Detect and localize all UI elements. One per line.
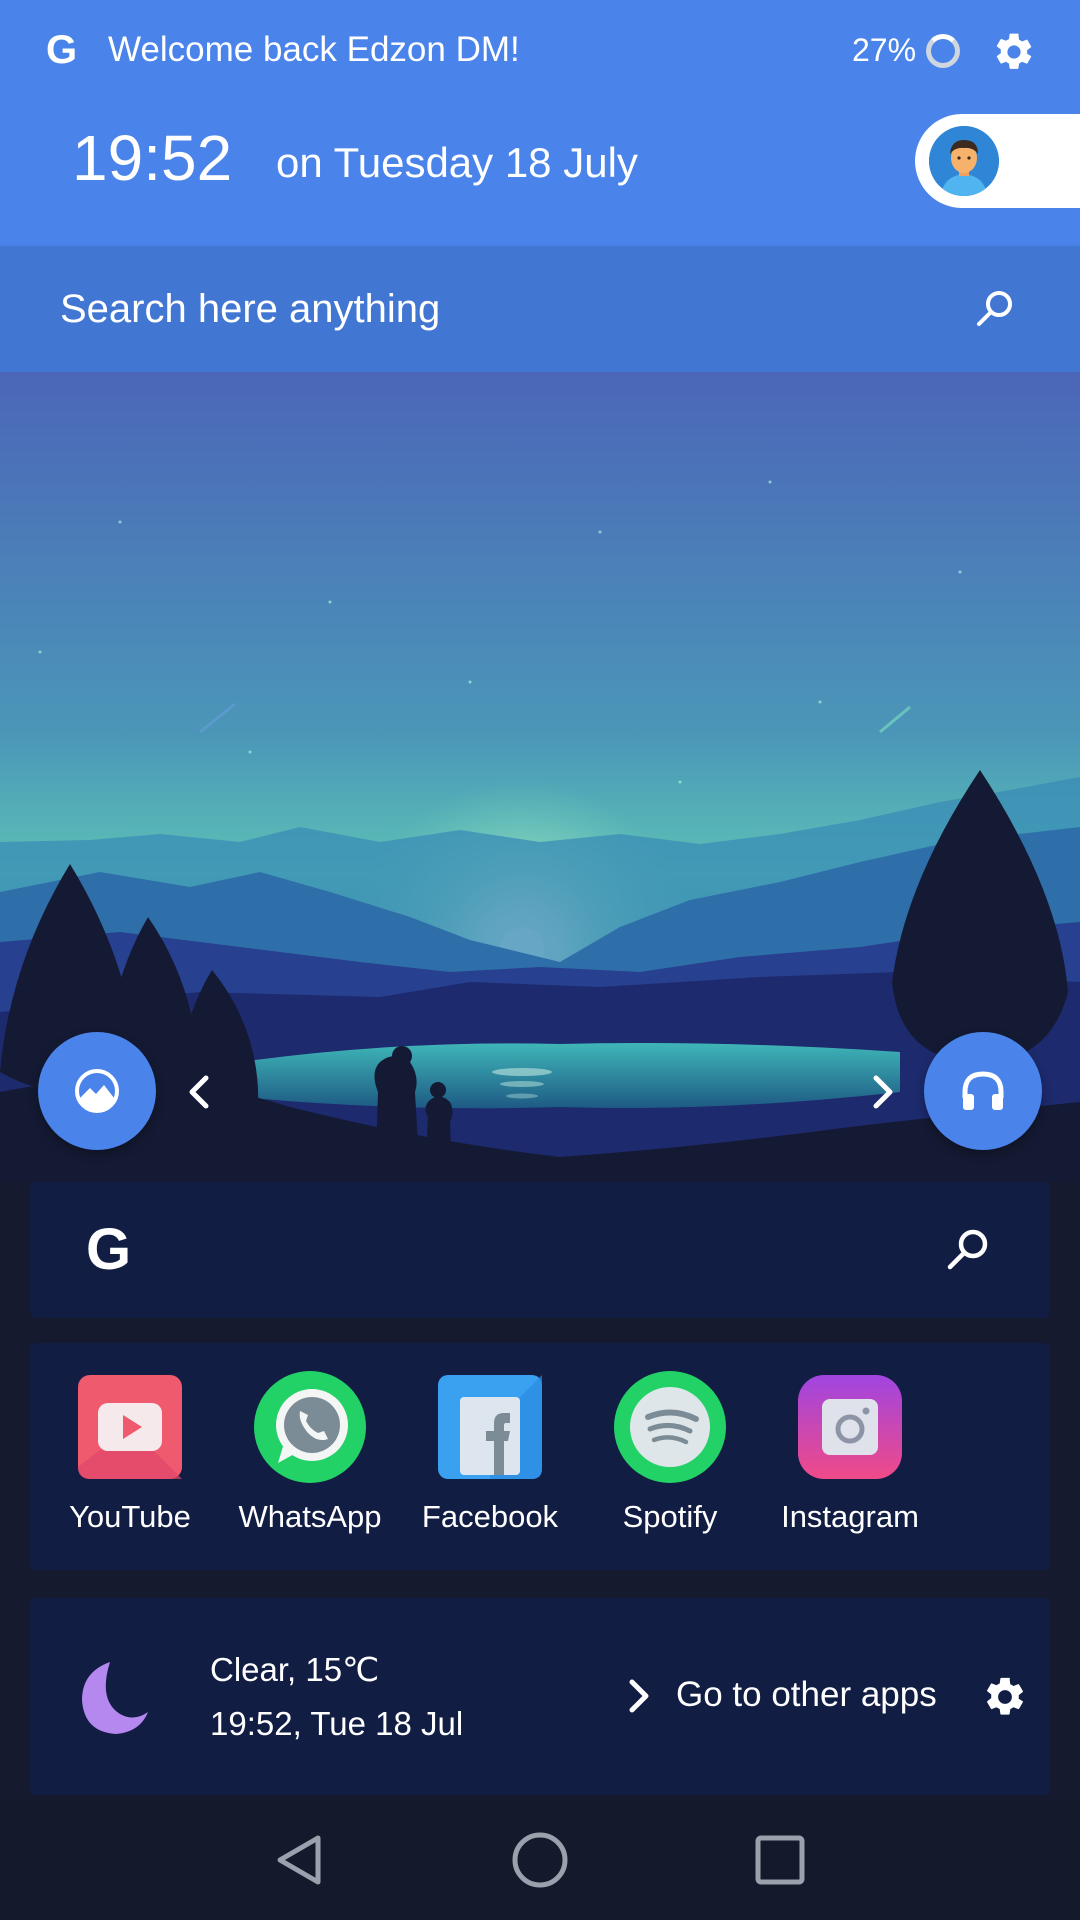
- instagram-icon: [794, 1371, 906, 1483]
- weather-condition[interactable]: Clear, 15℃: [210, 1650, 379, 1690]
- headphones-icon: [962, 1071, 1004, 1110]
- search-input[interactable]: Search here anything: [60, 286, 440, 332]
- app-label: Spotify: [622, 1499, 718, 1534]
- weather-widget: Clear, 15℃ 19:52, Tue 18 Jul Go to other…: [30, 1598, 1050, 1795]
- recent-apps-icon[interactable]: [750, 1830, 810, 1890]
- search-icon[interactable]: [970, 284, 1020, 334]
- go-to-other-apps-link[interactable]: Go to other apps: [676, 1674, 937, 1716]
- facebook-icon: [434, 1371, 546, 1483]
- header: G Welcome back Edzon DM! 27% 19:52 on Tu…: [0, 0, 1080, 246]
- youtube-icon: [74, 1371, 186, 1483]
- clock-time[interactable]: 19:52: [72, 118, 232, 198]
- battery-ring-icon: [926, 34, 960, 68]
- weather-datetime: 19:52, Tue 18 Jul: [210, 1705, 464, 1742]
- next-arrow-icon[interactable]: [862, 1070, 902, 1114]
- whatsapp-icon: [254, 1371, 366, 1483]
- previous-arrow-icon[interactable]: [180, 1070, 220, 1114]
- app-dock: YouTube WhatsApp Facebook Spotify Instag…: [30, 1343, 1050, 1570]
- google-search-widget[interactable]: G: [30, 1182, 1050, 1318]
- landscape-icon: [75, 1069, 119, 1113]
- app-label: Instagram: [781, 1499, 919, 1534]
- google-g-icon[interactable]: G: [46, 28, 86, 72]
- user-avatar-icon: [929, 126, 999, 196]
- app-instagram[interactable]: Instagram: [770, 1371, 930, 1535]
- app-whatsapp[interactable]: WhatsApp: [230, 1371, 390, 1535]
- app-youtube[interactable]: YouTube: [50, 1371, 210, 1535]
- spotify-icon: [614, 1371, 726, 1483]
- avatar: [929, 126, 999, 196]
- wallpaper-landscape: [0, 372, 1080, 1182]
- welcome-message: Welcome back Edzon DM!: [108, 30, 520, 69]
- settings-gear-icon[interactable]: [992, 30, 1036, 74]
- battery-percentage: 27%: [852, 32, 917, 68]
- system-nav-bar: [0, 1800, 1080, 1920]
- app-label: WhatsApp: [238, 1499, 382, 1534]
- clock-date[interactable]: on Tuesday 18 July: [276, 138, 638, 188]
- app-spotify[interactable]: Spotify: [590, 1371, 750, 1535]
- chevron-right-icon[interactable]: [624, 1676, 654, 1716]
- settings-gear-icon[interactable]: [982, 1674, 1028, 1720]
- wallpaper-button[interactable]: [38, 1032, 156, 1150]
- music-button[interactable]: [924, 1032, 1042, 1150]
- profile-button[interactable]: [915, 114, 1080, 208]
- moon-icon: [82, 1662, 148, 1734]
- back-icon[interactable]: [270, 1830, 330, 1890]
- google-g-icon: G: [86, 1217, 132, 1282]
- search-icon[interactable]: [940, 1222, 996, 1278]
- app-label: YouTube: [69, 1499, 191, 1534]
- home-icon[interactable]: [510, 1830, 570, 1890]
- app-facebook[interactable]: Facebook: [410, 1371, 570, 1535]
- search-bar[interactable]: Search here anything: [0, 246, 1080, 372]
- app-label: Facebook: [421, 1499, 559, 1534]
